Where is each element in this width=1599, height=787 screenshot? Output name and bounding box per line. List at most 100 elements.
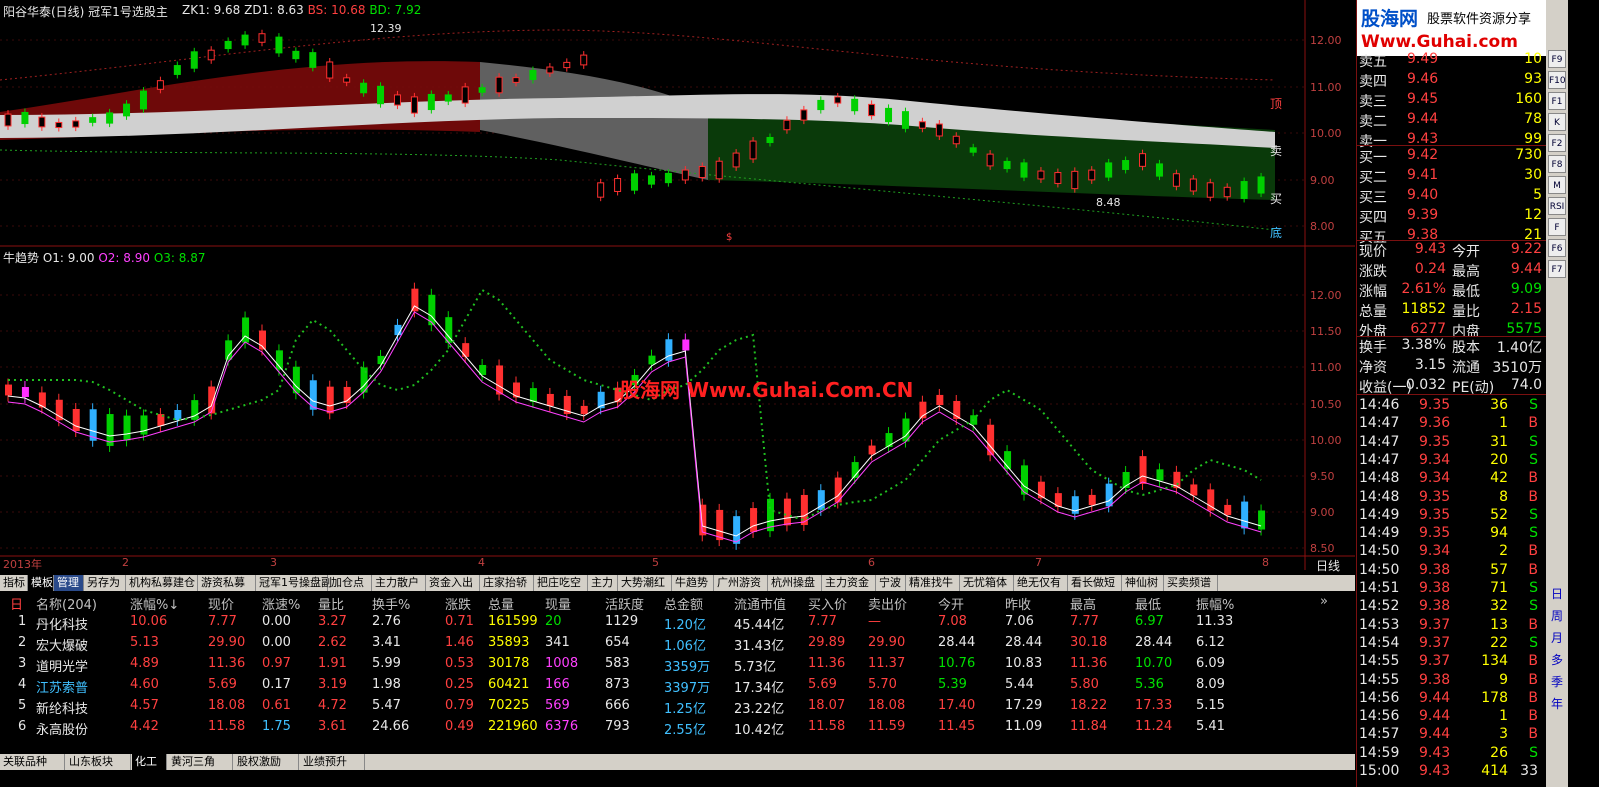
lower-axis-tick: 9.50 — [1310, 470, 1335, 483]
indicator-tab[interactable]: 游资私募 — [198, 575, 256, 591]
time-axis: 2013年 2 3 4 5 6 7 8 — [0, 556, 1305, 571]
sector-tab[interactable]: 山东板块 — [66, 754, 131, 770]
period-button[interactable]: 周 — [1548, 607, 1566, 625]
tool-f7-icon[interactable]: F7 — [1548, 260, 1566, 278]
tick-row: 14:47 9.35 31 S — [1357, 433, 1546, 453]
tool-m-icon[interactable]: M — [1548, 176, 1566, 194]
bid-price: 9.39 — [1407, 207, 1439, 223]
tool-f9-icon[interactable]: F9 — [1548, 50, 1566, 68]
table-cell-name: 宏大爆破 — [36, 639, 89, 654]
table-cell-chg: 10.06 — [130, 614, 168, 629]
indicator-tab[interactable]: 指标 — [0, 575, 28, 591]
period-button[interactable]: 日 — [1548, 585, 1566, 603]
table-header: 活跃度 — [605, 598, 645, 613]
bid-price: 9.40 — [1407, 187, 1439, 203]
tick-price: 9.43 — [1419, 744, 1451, 761]
tick-side: S — [1529, 598, 1538, 615]
ask-price: 9.49 — [1407, 51, 1439, 67]
indicator-tab[interactable]: 资金入出 — [426, 575, 480, 591]
table-cell-lb: 4.72 — [318, 698, 347, 713]
sector-tab[interactable]: 黄河三角 — [168, 754, 233, 770]
period-label[interactable]: 日线 — [1316, 557, 1340, 574]
bs-value: BS: 10.68 — [307, 3, 366, 17]
tick-row: 14:59 9.43 26 S — [1357, 744, 1546, 764]
tool-f10-icon[interactable]: F10 — [1548, 71, 1566, 89]
table-cell-amp: 5.41 — [1196, 719, 1225, 734]
row-index: 3 — [18, 656, 27, 671]
table-cell-amt: 3397万 — [664, 681, 711, 696]
tool-k-icon[interactable]: K — [1548, 113, 1566, 131]
table-header: 现量 — [545, 598, 572, 613]
bid-volume: 730 — [1515, 147, 1542, 163]
indicator-tab[interactable]: 主力 — [588, 575, 618, 591]
logo-text-c: Www.Guhai.com — [1361, 32, 1518, 52]
indicator-tab[interactable]: 买卖频谱 — [1164, 575, 1218, 591]
indicator-tab[interactable]: 主力散户 — [372, 575, 426, 591]
tick-side: B — [1528, 415, 1538, 432]
table-cell-cur: 341 — [545, 635, 570, 650]
sector-tab[interactable]: 股权激励 — [234, 754, 299, 770]
indicator-tab[interactable]: 精准找牛 — [906, 575, 960, 591]
upper-axis-tick: 9.00 — [1310, 174, 1335, 187]
stat-value: 2.61% — [1401, 281, 1446, 297]
table-cell-mv: 31.43亿 — [734, 639, 785, 654]
indicator-tab[interactable]: 管理 — [54, 575, 84, 591]
indicator-tab[interactable]: 广州游资 — [714, 575, 768, 591]
indicator-tab[interactable]: 看长做短 — [1068, 575, 1122, 591]
stat-value: 0.24 — [1414, 261, 1446, 277]
period-button[interactable]: 多 — [1548, 651, 1566, 669]
sector-tab[interactable]: 关联品种 — [0, 754, 65, 770]
period-button[interactable]: 季 — [1548, 673, 1566, 691]
sector-tab[interactable]: 业绩预升 — [300, 754, 365, 770]
table-cell-sell: 5.70 — [868, 677, 897, 692]
tool-f-icon[interactable]: F — [1548, 218, 1566, 236]
bid-level: 买一 — [1359, 150, 1387, 166]
indicator-tab[interactable]: 大势潮红 — [618, 575, 672, 591]
indicator-tab[interactable]: 无忧箱体 — [960, 575, 1014, 591]
indicator-tab[interactable]: 宁波 — [876, 575, 906, 591]
tick-time: 14:55 — [1359, 671, 1400, 688]
indicator-tab[interactable]: 主力资金 — [822, 575, 876, 591]
indicator-tab[interactable]: 绝无仅有 — [1014, 575, 1068, 591]
stat-label: 换手 — [1359, 340, 1387, 356]
tick-price: 9.37 — [1419, 616, 1451, 633]
tick-volume: 1 — [1499, 415, 1508, 432]
indicator-tab[interactable]: 另存为 — [84, 575, 126, 591]
tick-price: 9.36 — [1419, 415, 1451, 432]
period-button[interactable]: 年 — [1548, 695, 1566, 713]
tool-f6-icon[interactable]: F6 — [1548, 239, 1566, 257]
period-button[interactable]: 月 — [1548, 629, 1566, 647]
indicator-tab[interactable]: 模板 — [28, 575, 54, 591]
indicator-tab[interactable]: 把庄吃空 — [534, 575, 588, 591]
tool-rsi-icon[interactable]: RSI — [1548, 197, 1566, 215]
tick-side: S — [1529, 506, 1538, 523]
stat-value: 5575 — [1506, 321, 1542, 337]
tick-price: 9.35 — [1419, 506, 1451, 523]
table-cell-price: 7.77 — [208, 614, 237, 629]
lower-axis-tick: 12.00 — [1310, 289, 1342, 302]
indicator-tab[interactable]: 神仙树 — [1122, 575, 1164, 591]
table-cell-price: 29.90 — [208, 635, 246, 650]
table-cell-speed: 0.17 — [262, 677, 291, 692]
main-chart[interactable]: 12.00 11.00 10.00 9.00 8.00 12.00 11.50 11.00 1… — [0, 0, 1355, 570]
time-axis-label: 5 — [652, 556, 659, 569]
tick-price: 9.38 — [1419, 671, 1451, 688]
divider — [1357, 394, 1546, 395]
table-cell-open: 17.40 — [938, 698, 976, 713]
indicator-tab[interactable]: 加仓点 — [328, 575, 372, 591]
tool-f1-icon[interactable]: F1 — [1548, 92, 1566, 110]
tick-volume: 414 — [1481, 763, 1508, 779]
indicator-tab[interactable]: 庄家抬轿 — [480, 575, 534, 591]
indicator-tab[interactable]: 杭州操盘 — [768, 575, 822, 591]
indicator-tab[interactable]: 牛趋势 — [672, 575, 714, 591]
lower-axis-tick: 10.00 — [1310, 434, 1342, 447]
tool-f2-icon[interactable]: F2 — [1548, 134, 1566, 152]
low-price-label: 8.48 — [1096, 196, 1121, 209]
table-cell-prev: 11.09 — [1005, 719, 1043, 734]
indicator-tab[interactable]: 机构私募建仓 — [126, 575, 198, 591]
table-cell-low: 6.97 — [1135, 614, 1164, 629]
sector-tab[interactable]: 化工 — [132, 754, 167, 770]
tool-f8-icon[interactable]: F8 — [1548, 155, 1566, 173]
tick-volume: 2 — [1499, 543, 1508, 560]
indicator-tab[interactable]: 冠军1号操盘副 — [256, 575, 332, 591]
